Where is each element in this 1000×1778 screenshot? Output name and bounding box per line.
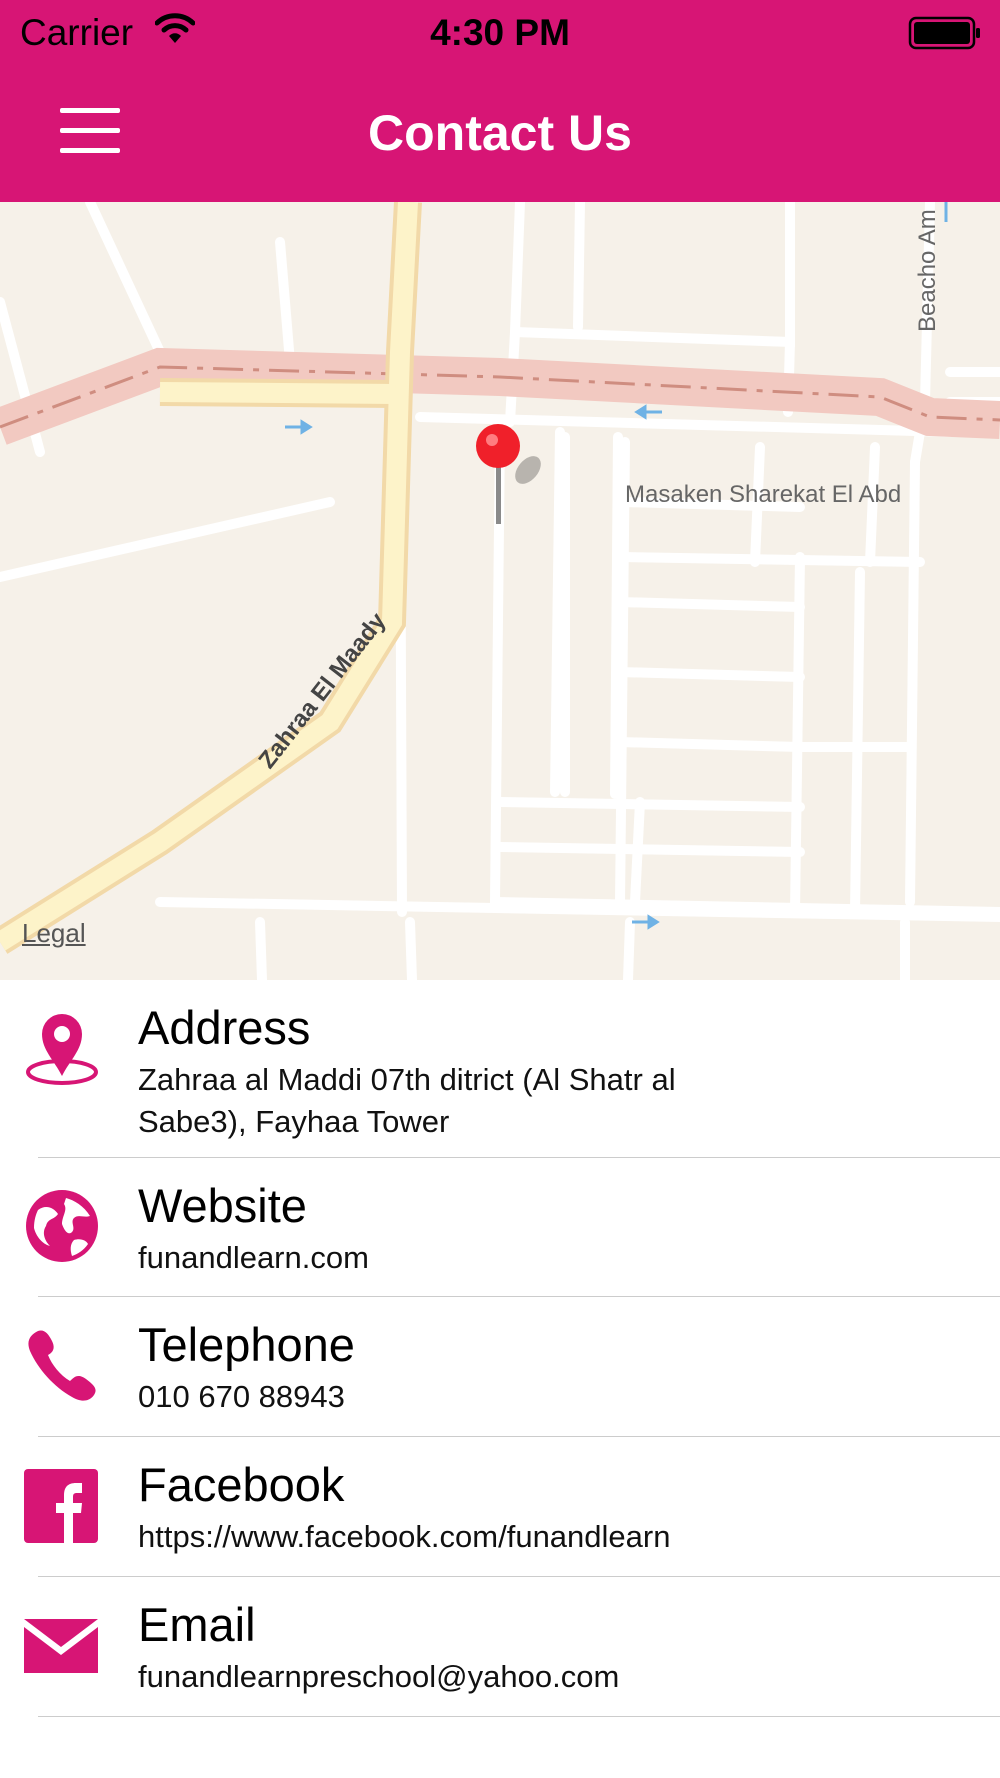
status-time: 4:30 PM xyxy=(430,12,570,53)
navigation-bar: Contact Us xyxy=(0,68,1000,202)
email-row[interactable]: Email funandlearnpreschool@yahoo.com xyxy=(24,1577,1000,1717)
map-canvas: Zahraa El Maady Masaken Sharekat El Abd … xyxy=(0,202,1000,980)
map-view[interactable]: Zahraa El Maady Masaken Sharekat El Abd … xyxy=(0,202,1000,980)
page-title: Contact Us xyxy=(368,105,632,161)
map-street-label-2: Beacho Am xyxy=(914,209,941,332)
website-row[interactable]: Website funandlearn.com xyxy=(26,1158,1000,1297)
telephone-label: Telephone xyxy=(138,1318,355,1371)
address-row[interactable]: Address Zahraa al Maddi 07th ditrict (Al… xyxy=(26,980,1000,1158)
address-value-line2: Sabe3), Fayhaa Tower xyxy=(138,1104,450,1139)
address-value: Zahraa al Maddi 07th ditrict (Al Shatr a… xyxy=(138,1062,676,1097)
website-value[interactable]: funandlearn.com xyxy=(138,1237,1000,1279)
mail-icon xyxy=(24,1619,98,1678)
telephone-row[interactable]: Telephone 010 670 88943 xyxy=(28,1297,1000,1437)
address-label: Address xyxy=(138,1001,311,1054)
email-label: Email xyxy=(138,1598,256,1651)
website-label: Website xyxy=(138,1179,307,1232)
map-pin-icon[interactable] xyxy=(470,422,550,542)
telephone-value[interactable]: 010 670 88943 xyxy=(138,1376,1000,1418)
globe-icon xyxy=(24,1188,100,1269)
contact-list: Address Zahraa al Maddi 07th ditrict (Al… xyxy=(0,980,1000,1717)
facebook-row[interactable]: Facebook https://www.facebook.com/funand… xyxy=(24,1437,1000,1577)
phone-icon xyxy=(24,1327,100,1408)
map-district-label: Masaken Sharekat El Abd xyxy=(625,481,901,508)
battery-icon xyxy=(908,16,982,55)
hamburger-menu-icon[interactable] xyxy=(60,108,120,158)
email-value[interactable]: funandlearnpreschool@yahoo.com xyxy=(138,1656,1000,1698)
facebook-label: Facebook xyxy=(138,1458,345,1511)
facebook-value[interactable]: https://www.facebook.com/funandlearn xyxy=(138,1516,1000,1558)
location-pin-icon xyxy=(24,1010,100,1095)
map-legal-link[interactable]: Legal xyxy=(22,918,86,949)
map-street-label: Zahraa El Maady xyxy=(253,607,391,773)
facebook-icon xyxy=(24,1469,98,1548)
status-bar: Carrier 4:30 PM xyxy=(0,0,1000,68)
